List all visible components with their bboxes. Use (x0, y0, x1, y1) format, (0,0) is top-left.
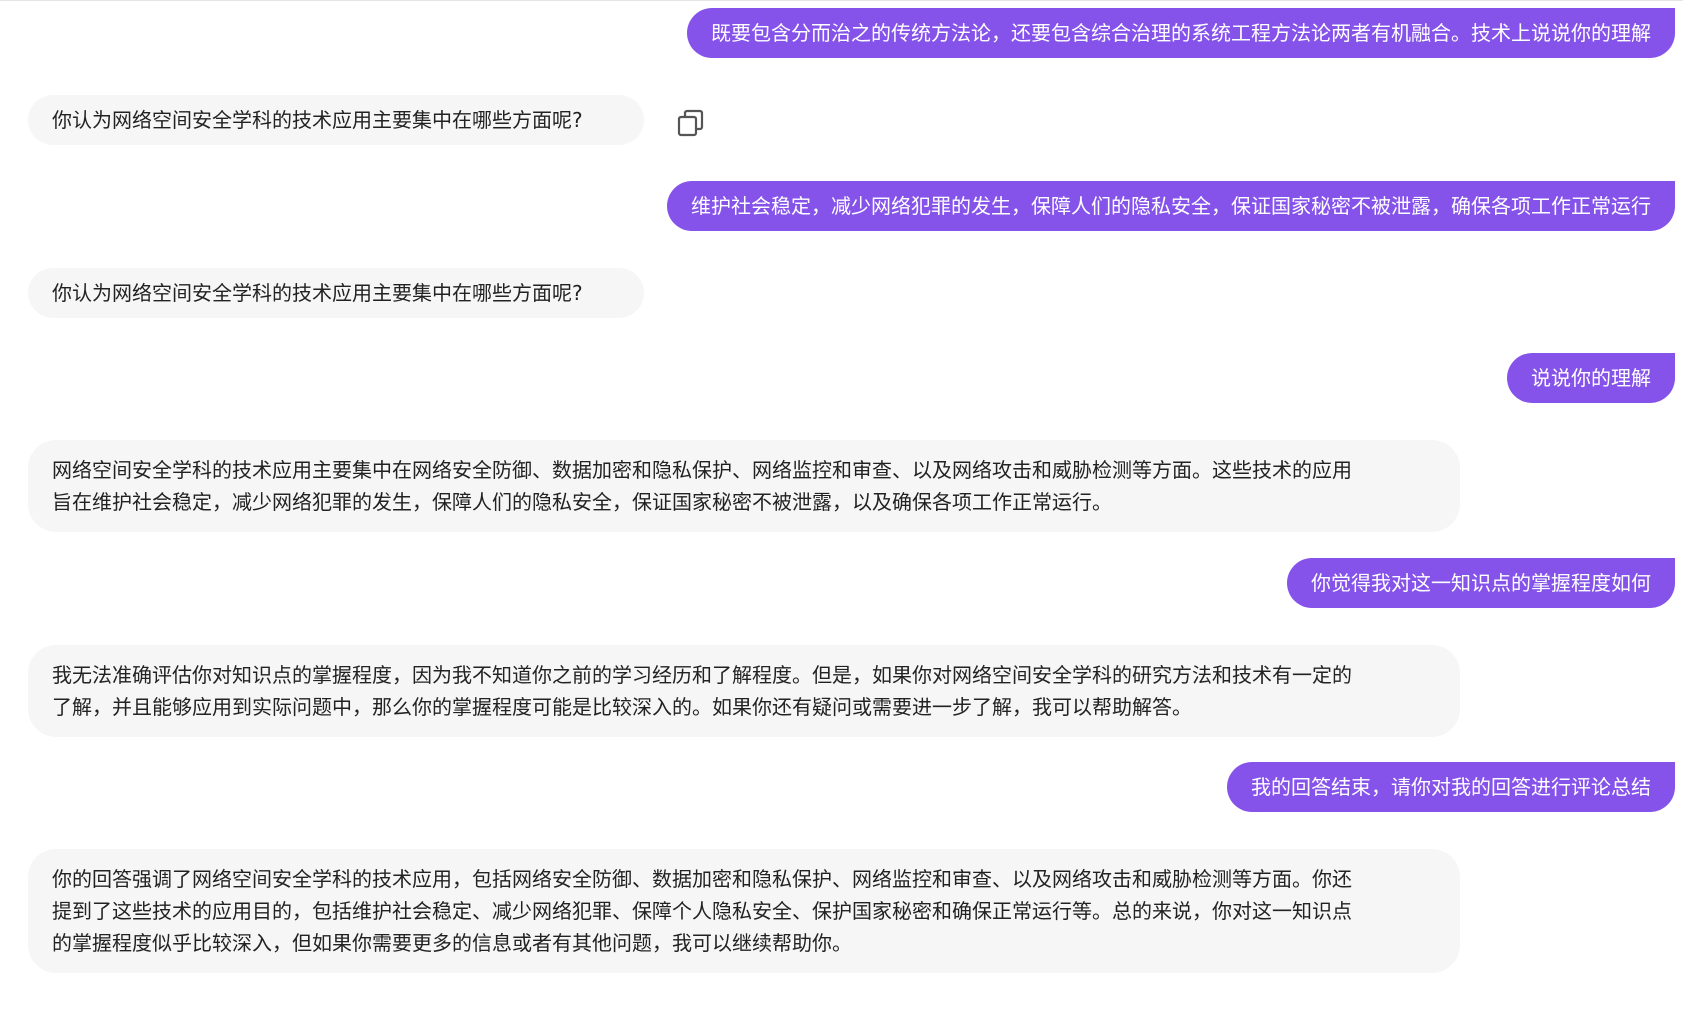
assistant-message-line: 你的回答强调了网络空间安全学科的技术应用，包括网络安全防御、数据加密和隐私保护、… (52, 867, 1352, 891)
assistant-message: 你认为网络空间安全学科的技术应用主要集中在哪些方面呢? (28, 268, 644, 318)
assistant-message-line: 我无法准确评估你对知识点的掌握程度，因为我不知道你之前的学习经历和了解程度。但是… (52, 663, 1352, 687)
assistant-message-line: 了解，并且能够应用到实际问题中，那么你的掌握程度可能是比较深入的。如果你还有疑问… (52, 695, 1192, 719)
user-message: 说说你的理解 (1507, 353, 1675, 403)
user-message-text: 我的回答结束，请你对我的回答进行评论总结 (1251, 775, 1651, 799)
user-message: 既要包含分而治之的传统方法论，还要包含综合治理的系统工程方法论两者有机融合。技术… (687, 8, 1675, 58)
assistant-message-line: 的掌握程度似乎比较深入，但如果你需要更多的信息或者有其他问题，我可以继续帮助你。 (52, 931, 852, 955)
top-divider (0, 0, 1683, 1)
assistant-message: 你的回答强调了网络空间安全学科的技术应用，包括网络安全防御、数据加密和隐私保护、… (28, 849, 1460, 973)
user-message-text: 说说你的理解 (1531, 366, 1651, 390)
assistant-message-line: 提到了这些技术的应用目的，包括维护社会稳定、减少网络犯罪、保障个人隐私安全、保护… (52, 899, 1352, 923)
user-message-text: 既要包含分而治之的传统方法论，还要包含综合治理的系统工程方法论两者有机融合。技术… (711, 21, 1651, 45)
assistant-message: 网络空间安全学科的技术应用主要集中在网络安全防御、数据加密和隐私保护、网络监控和… (28, 440, 1460, 532)
assistant-message: 我无法准确评估你对知识点的掌握程度，因为我不知道你之前的学习经历和了解程度。但是… (28, 645, 1460, 737)
assistant-message-line: 网络空间安全学科的技术应用主要集中在网络安全防御、数据加密和隐私保护、网络监控和… (52, 458, 1352, 482)
copy-icon[interactable] (676, 108, 706, 138)
user-message-text: 维护社会稳定，减少网络犯罪的发生，保障人们的隐私安全，保证国家秘密不被泄露，确保… (691, 194, 1651, 218)
assistant-message: 你认为网络空间安全学科的技术应用主要集中在哪些方面呢? (28, 95, 644, 145)
user-message: 维护社会稳定，减少网络犯罪的发生，保障人们的隐私安全，保证国家秘密不被泄露，确保… (667, 181, 1675, 231)
assistant-message-text: 你认为网络空间安全学科的技术应用主要集中在哪些方面呢? (52, 281, 583, 305)
user-message: 你觉得我对这一知识点的掌握程度如何 (1287, 558, 1675, 608)
user-message-text: 你觉得我对这一知识点的掌握程度如何 (1311, 571, 1651, 595)
assistant-message-line: 旨在维护社会稳定，减少网络犯罪的发生，保障人们的隐私安全，保证国家秘密不被泄露，… (52, 490, 1112, 514)
assistant-message-text: 你认为网络空间安全学科的技术应用主要集中在哪些方面呢? (52, 108, 583, 132)
user-message: 我的回答结束，请你对我的回答进行评论总结 (1227, 762, 1675, 812)
